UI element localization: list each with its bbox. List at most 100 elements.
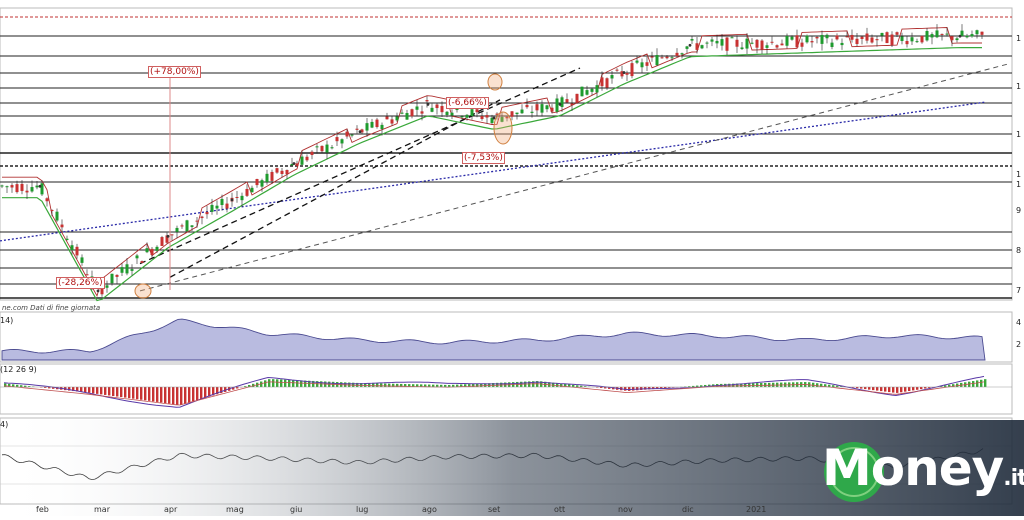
- candle-body: [261, 180, 264, 186]
- money-wordmark: Money.it: [822, 436, 1024, 511]
- candle-body: [676, 53, 679, 56]
- candle-body: [381, 125, 384, 129]
- candle-body: [436, 104, 439, 108]
- macd-bar: [168, 387, 170, 404]
- macd-bar: [572, 385, 574, 387]
- macd-bar: [888, 387, 890, 392]
- macd-line: [4, 376, 984, 407]
- candle-body: [851, 35, 854, 40]
- macd-bar: [84, 387, 86, 392]
- candle-body: [156, 247, 159, 251]
- vol-axis-top: 4: [1016, 318, 1021, 327]
- candle-body: [66, 239, 69, 240]
- candle-body: [221, 199, 224, 205]
- macd-bar: [156, 387, 158, 402]
- candle-body: [116, 275, 119, 277]
- candle-body: [151, 249, 154, 255]
- macd-bar: [100, 387, 102, 394]
- pullback-marker-icon: [494, 112, 512, 144]
- macd-bar: [112, 387, 114, 396]
- macd-bar: [880, 387, 882, 391]
- macd-bar: [872, 387, 874, 390]
- candle-body: [981, 32, 984, 35]
- macd-bar: [896, 387, 898, 393]
- candle-body: [321, 146, 324, 151]
- close-point: [293, 162, 296, 165]
- low-marker-icon: [135, 284, 151, 298]
- candle-body: [176, 228, 179, 232]
- macd-bar: [88, 387, 90, 393]
- candle-body: [16, 184, 19, 192]
- candle-body: [281, 171, 284, 174]
- x-tick-label: mag: [226, 505, 244, 514]
- candle-body: [346, 132, 349, 137]
- candle-body: [211, 205, 214, 212]
- macd-bar: [296, 380, 298, 387]
- candle-body: [731, 37, 734, 38]
- candle-body: [546, 105, 549, 109]
- candle-body: [476, 109, 479, 112]
- candle-body: [391, 119, 394, 123]
- candle-body: [206, 212, 209, 214]
- candle-body: [566, 99, 569, 102]
- candle-body: [801, 43, 804, 47]
- macd-bar: [444, 385, 446, 387]
- candle-body: [576, 94, 579, 103]
- candle-body: [71, 245, 74, 250]
- candle-body: [761, 41, 764, 50]
- candle-body: [936, 30, 939, 37]
- candle-body: [656, 55, 659, 65]
- macd-bar: [912, 387, 914, 390]
- macd-bar: [284, 380, 286, 387]
- candle-body: [596, 85, 599, 92]
- candle-body: [31, 187, 34, 191]
- candle-body: [11, 185, 14, 187]
- macd-bar: [200, 387, 202, 399]
- macd-bar: [384, 384, 386, 387]
- x-tick-label: 2021: [746, 505, 766, 514]
- close-point: [427, 103, 430, 106]
- candle-body: [721, 39, 724, 46]
- macd-bar: [124, 387, 126, 398]
- candle-body: [441, 106, 444, 112]
- macd-bar: [164, 387, 166, 403]
- candle-body: [626, 73, 629, 75]
- candle-body: [131, 269, 134, 271]
- brand-suffix: .it: [1003, 466, 1024, 491]
- candle-body: [941, 34, 944, 35]
- candle-body: [861, 37, 864, 39]
- macd-bar: [184, 387, 186, 404]
- macd-bar: [152, 387, 154, 401]
- candle-body: [196, 221, 199, 222]
- candle-body: [641, 62, 644, 67]
- close-point: [959, 35, 962, 38]
- close-point: [493, 117, 496, 120]
- candle-body: [376, 120, 379, 127]
- candle-body: [41, 183, 44, 194]
- y-tick-label: 7: [1016, 286, 1021, 295]
- candle-body: [766, 45, 769, 48]
- candle-body: [786, 36, 789, 46]
- candle-body: [296, 163, 299, 165]
- macd-bar: [628, 387, 630, 391]
- candle-body: [531, 112, 534, 113]
- candle-body: [606, 78, 609, 87]
- candle-body: [681, 53, 684, 54]
- y-tick-label: 1: [1016, 82, 1021, 91]
- candle-body: [926, 31, 929, 40]
- candle-body: [36, 186, 39, 188]
- candle-body: [226, 204, 229, 209]
- candle-body: [396, 117, 399, 121]
- candle-body: [306, 157, 309, 161]
- candle-body: [866, 34, 869, 41]
- candle-body: [486, 115, 489, 118]
- macd-bar: [140, 387, 142, 400]
- macd-bar: [180, 387, 182, 405]
- candle-body: [831, 43, 834, 47]
- y-tick-label: 1: [1016, 180, 1021, 189]
- candle-body: [356, 129, 359, 130]
- macd-bar: [904, 387, 906, 392]
- macd-bar: [280, 380, 282, 387]
- x-tick-label: ott: [554, 505, 565, 514]
- macd-bar: [908, 387, 910, 391]
